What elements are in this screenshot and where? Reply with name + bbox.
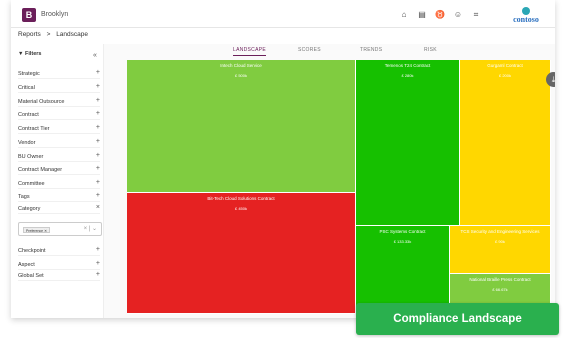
filters-title: Filters [24, 51, 42, 57]
filter-label: Checkpoint [18, 248, 46, 254]
filters-heading: ▼ Filters [18, 51, 42, 57]
expand-icon[interactable]: + [96, 97, 100, 104]
tile-name: Gurgaml Contract [487, 63, 523, 68]
document-icon[interactable]: ▤ [417, 10, 427, 20]
treemap-tile-gurgaml[interactable]: Gurgaml Contract £ 200k [460, 60, 551, 226]
filter-label: Committee [18, 181, 45, 187]
brand-logo[interactable]: B [22, 8, 36, 22]
home-icon[interactable]: ⌂ [399, 10, 409, 20]
treemap-tile-psc[interactable]: PSC Systems Contract £ 133.33k [356, 226, 450, 314]
brand-name: Brooklyn [41, 11, 69, 18]
tile-value: £ 500k [234, 73, 247, 78]
report-main: LANDSCAPE SCORES TRENDS RISK Intech Clou… [104, 44, 555, 318]
chip-label: Preference [26, 229, 44, 233]
app-window: B Brooklyn ⌂ ▤ ♉ ☺ ⌗ contoso Reports > L… [11, 0, 555, 318]
org-logo-text: contoso [513, 15, 539, 24]
filter-row-contract-tier[interactable]: Contract Tier + [18, 124, 100, 134]
tab-landscape[interactable]: LANDSCAPE [233, 47, 266, 56]
breadcrumb: Reports > Landscape [18, 31, 92, 38]
filter-row-tags[interactable]: Tags + [18, 192, 100, 202]
download-icon[interactable]: ⤓ [546, 72, 555, 87]
tile-value: £ 200k [498, 73, 511, 78]
expand-icon[interactable]: + [96, 271, 100, 278]
category-select[interactable]: Preference ✕ × | ⌄ [18, 222, 102, 236]
expand-icon[interactable]: + [96, 83, 100, 90]
treemap-tile-bit-tech[interactable]: Bit-Tech Cloud Solutions Contract £ 450k [127, 193, 356, 314]
filter-row-category[interactable]: Category × [18, 204, 100, 214]
tile-name: TCS Security and Engineering Services [460, 229, 540, 234]
tab-risk[interactable]: RISK [424, 47, 437, 53]
tile-value: £ 280k [401, 73, 414, 78]
filter-label: Global Set [18, 273, 44, 279]
filter-label: Critical [18, 85, 35, 91]
tile-value: £ 66.67k [492, 287, 508, 292]
filter-row-checkpoint[interactable]: Checkpoint + [18, 246, 100, 256]
tile-name: Temenos T24 Contract [384, 63, 431, 68]
expand-icon[interactable]: + [96, 152, 100, 159]
filter-label: Vendor [18, 140, 36, 146]
top-bar: B Brooklyn ⌂ ▤ ♉ ☺ ⌗ contoso [11, 0, 555, 28]
category-chip[interactable]: Preference ✕ [23, 227, 51, 233]
chart-icon[interactable]: ⌗ [471, 10, 481, 20]
tab-scores[interactable]: SCORES [298, 47, 321, 53]
breadcrumb-current: Landscape [56, 31, 88, 38]
filter-row-contract[interactable]: Contract + [18, 110, 100, 120]
filter-row-strategic[interactable]: Strategic + [18, 69, 100, 79]
collapse-sidebar-icon[interactable]: « [93, 52, 97, 59]
expand-icon[interactable]: + [96, 165, 100, 172]
filter-row-committee[interactable]: Committee + [18, 179, 100, 189]
filter-row-aspect[interactable]: Aspect + [18, 260, 100, 270]
tile-name: National Braille Press Contract [469, 277, 531, 282]
expand-icon[interactable]: + [96, 192, 100, 199]
filter-label: Strategic [18, 71, 40, 77]
filter-label: Contract [18, 112, 39, 118]
tab-trends[interactable]: TRENDS [360, 47, 382, 53]
expand-icon[interactable]: + [96, 260, 100, 267]
treemap-tile-tcs[interactable]: TCS Security and Engineering Services £ … [450, 226, 551, 274]
filter-row-global-set[interactable]: Global Set + [18, 271, 100, 281]
expand-icon[interactable]: + [96, 138, 100, 145]
tile-value: £ 450k [234, 206, 247, 211]
breadcrumb-separator: > [46, 31, 51, 38]
tile-value: £ 90k [495, 239, 505, 244]
filter-icon: ▼ [18, 51, 24, 57]
filter-label: Tags [18, 194, 30, 200]
filter-sidebar: ▼ Filters « Strategic + Critical + Materia… [11, 44, 104, 318]
filter-label: Contract Manager [18, 167, 63, 173]
clear-and-chevron-icon[interactable]: × | ⌄ [84, 225, 97, 232]
filter-label: Category [18, 206, 41, 212]
tile-name: Bit-Tech Cloud Solutions Contract [207, 196, 275, 201]
filter-label: BU Owner [18, 154, 44, 160]
tile-name: PSC Systems Contract [379, 229, 426, 234]
expand-icon[interactable]: + [96, 69, 100, 76]
expand-icon[interactable]: + [96, 179, 100, 186]
users-icon[interactable]: ☺ [453, 10, 463, 20]
filter-row-material-outsource[interactable]: Material Outsource + [18, 97, 100, 107]
filter-label: Aspect [18, 262, 35, 268]
filter-label: Contract Tier [18, 126, 50, 132]
filter-label: Material Outsource [18, 99, 65, 105]
compliance-landscape-badge: Compliance Landscape [356, 303, 559, 335]
clear-filter-icon[interactable]: × [96, 204, 100, 211]
filter-row-bu-owner[interactable]: BU Owner + [18, 152, 100, 162]
filter-row-contract-manager[interactable]: Contract Manager + [18, 165, 100, 175]
award-icon[interactable]: ♉ [435, 10, 445, 20]
org-logo: contoso [508, 7, 544, 25]
treemap-tile-temenos[interactable]: Temenos T24 Contract £ 280k [356, 60, 460, 226]
filter-row-critical[interactable]: Critical + [18, 83, 100, 93]
breadcrumb-root[interactable]: Reports [18, 31, 41, 38]
org-logo-mark [522, 7, 530, 15]
treemap-tile-intech[interactable]: Intech Cloud Service £ 500k [127, 60, 356, 193]
tile-value: £ 133.33k [393, 239, 412, 244]
expand-icon[interactable]: + [96, 124, 100, 131]
filter-row-vendor[interactable]: Vendor + [18, 138, 100, 148]
expand-icon[interactable]: + [96, 110, 100, 117]
expand-icon[interactable]: + [96, 246, 100, 253]
tile-name: Intech Cloud Service [220, 63, 262, 68]
